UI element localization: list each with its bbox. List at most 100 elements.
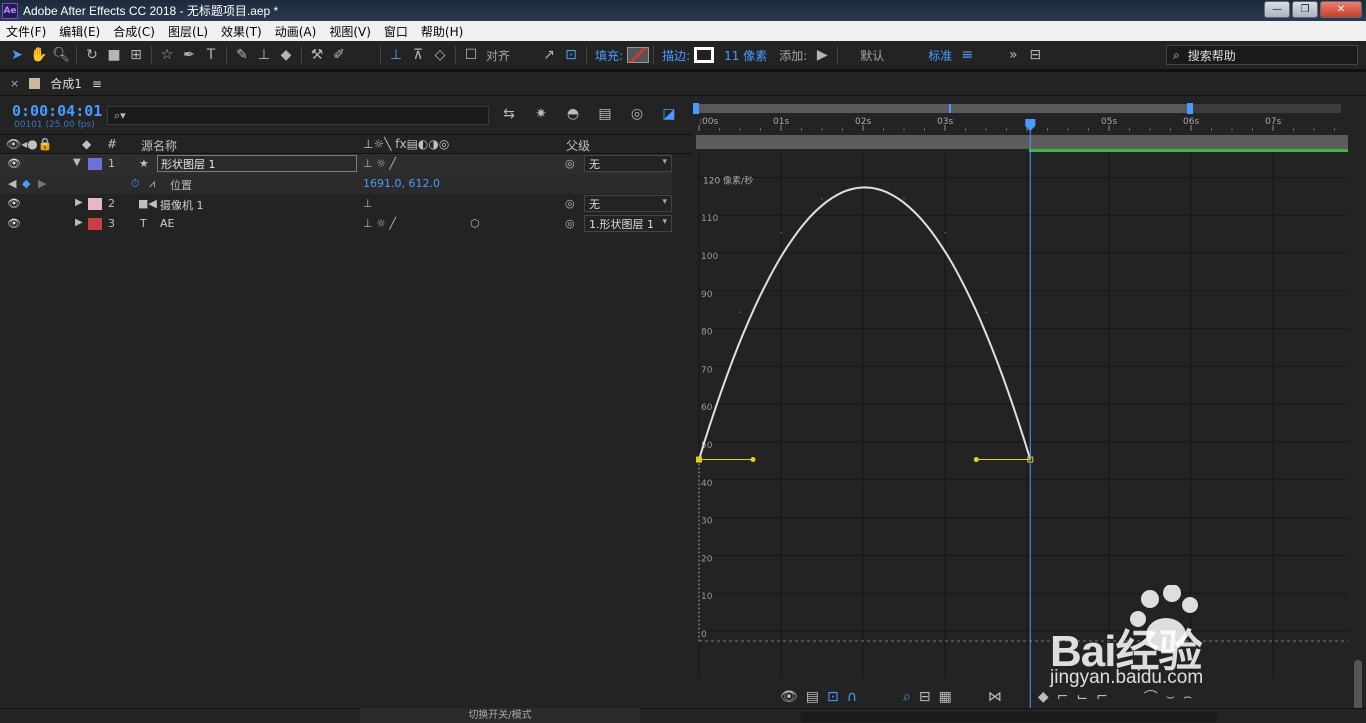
menu-view[interactable]: 视图(V) xyxy=(329,23,371,40)
panel-menu-icon[interactable]: ≡ xyxy=(92,77,102,91)
motion-blur-icon[interactable]: ◎ xyxy=(628,106,646,122)
layer-row[interactable]: 👁 ▶ 3 T AE ⊥ ☼ ╱ ⬡ ◎ 1.形状图层 1 ▾ xyxy=(0,214,672,234)
clone-stamp-tool-icon[interactable]: ⊥ xyxy=(253,44,275,66)
speed-curve[interactable] xyxy=(696,186,1034,463)
next-keyframe-icon[interactable]: ▶ xyxy=(38,177,46,190)
selection-tool-icon[interactable]: ➤ xyxy=(6,44,28,66)
menu-composition[interactable]: 合成(C) xyxy=(113,23,155,40)
panel-icon[interactable]: ⊟ xyxy=(1024,44,1046,66)
add-keyframe-icon[interactable]: ◆ xyxy=(22,177,30,190)
parent-column[interactable]: 父级 xyxy=(566,137,590,154)
edit-keyframe-icon[interactable]: ⋈ xyxy=(988,689,1002,705)
fill-label[interactable]: 填充: xyxy=(595,47,623,64)
frame-blending-icon[interactable]: ▤ xyxy=(596,106,614,122)
layer-duration-bar[interactable] xyxy=(696,135,1348,149)
visibility-eye-icon[interactable]: 👁 xyxy=(7,197,21,210)
brush-tool-icon[interactable]: ✎ xyxy=(231,44,253,66)
tab-comp1[interactable]: 合成1 xyxy=(50,75,82,92)
minimize-button[interactable]: — xyxy=(1264,1,1290,18)
layer-name-field[interactable]: 形状图层 1 xyxy=(157,155,357,172)
layer-row[interactable]: 👁 ▶ 2 ■◀ 摄像机 1 ⊥ ◎ 无 ▾ xyxy=(0,194,672,214)
view-axis-icon[interactable]: ◇ xyxy=(429,44,451,66)
workspace-default[interactable]: 默认 xyxy=(860,47,884,64)
graph-editor-icon[interactable]: ◪ xyxy=(660,106,678,122)
source-name-column[interactable]: 源名称 xyxy=(141,137,177,154)
visibility-eye-icon[interactable]: 👁 xyxy=(7,157,21,170)
pan-behind-tool-icon[interactable]: ⊞ xyxy=(125,44,147,66)
search-help-input[interactable]: ⌕ 搜索帮助 xyxy=(1166,45,1358,65)
work-area-start-handle[interactable] xyxy=(693,103,699,114)
layer-label-color[interactable] xyxy=(88,218,102,230)
expand-chevron-icon[interactable]: » xyxy=(1002,44,1024,66)
expand-triangle-icon[interactable]: ▼ xyxy=(73,157,81,168)
hand-tool-icon[interactable]: ✋ xyxy=(28,44,50,66)
layer-name[interactable]: AE xyxy=(160,217,174,230)
time-ruler[interactable]: :00s 01s 02s 03s 05s 06s 07s xyxy=(698,117,1335,131)
text-tool-icon[interactable]: T xyxy=(200,44,222,66)
star-tool-icon[interactable]: ☆ xyxy=(156,44,178,66)
workspace-menu-icon[interactable]: ≡ xyxy=(956,44,978,66)
menu-layer[interactable]: 图层(L) xyxy=(168,23,208,40)
property-row[interactable]: ◀ ◆ ▶ ⏱ ⩘ 位置 1691.0, 612.0 xyxy=(0,174,672,194)
parent-select[interactable]: 无 ▾ xyxy=(584,155,672,172)
snap-checkbox[interactable]: ☐ xyxy=(460,44,482,66)
current-timecode[interactable]: 0:00:04:01 xyxy=(12,102,102,120)
draft-3d-icon[interactable]: ✷ xyxy=(532,106,550,122)
close-tab-icon[interactable]: × xyxy=(10,77,19,90)
close-button[interactable]: ✕ xyxy=(1320,1,1362,18)
work-area-range[interactable] xyxy=(696,104,1190,113)
rotate-tool-icon[interactable]: ↻ xyxy=(81,44,103,66)
transform-box-icon[interactable]: ⊡ xyxy=(827,689,839,705)
graph-options-icon[interactable]: ▤ xyxy=(806,689,819,705)
vertical-scrollbar[interactable] xyxy=(1354,660,1362,710)
menu-file[interactable]: 文件(F) xyxy=(6,23,46,40)
world-axis-icon[interactable]: ⊼ xyxy=(407,44,429,66)
layer-name[interactable]: 摄像机 1 xyxy=(160,197,204,213)
zoom-tool-icon[interactable]: 🔍︎ xyxy=(50,44,72,66)
parent-pickwhip-icon[interactable]: ◎ xyxy=(565,217,575,230)
prev-keyframe-icon[interactable]: ◀ xyxy=(8,177,16,190)
parent-select[interactable]: 无 ▾ xyxy=(584,195,672,212)
menu-help[interactable]: 帮助(H) xyxy=(421,23,463,40)
parent-select[interactable]: 1.形状图层 1 ▾ xyxy=(584,215,672,232)
local-axis-icon[interactable]: ⊥ xyxy=(385,44,407,66)
snap-option-icon[interactable]: ↗ xyxy=(538,44,560,66)
layer-switches[interactable]: ⊥ ☼ ╱ xyxy=(363,217,396,230)
shy-layers-icon[interactable]: ◓ xyxy=(564,106,582,122)
visibility-eye-icon[interactable]: 👁 xyxy=(7,217,21,230)
workspace-standard[interactable]: 标准 xyxy=(928,47,952,64)
comp-flowchart-icon[interactable]: ⇆ xyxy=(500,106,518,122)
maximize-button[interactable]: ❐ xyxy=(1292,1,1318,18)
stroke-swatch[interactable] xyxy=(694,47,715,63)
layer-label-color[interactable] xyxy=(88,198,102,210)
stroke-label[interactable]: 描边: xyxy=(662,47,690,64)
pen-tool-icon[interactable]: ✒ xyxy=(178,44,200,66)
menu-effect[interactable]: 效果(T) xyxy=(221,23,262,40)
stroke-width[interactable]: 11 像素 xyxy=(724,47,767,64)
fit-all-icon[interactable]: ⊟ xyxy=(919,689,931,705)
add-play-icon[interactable]: ▶ xyxy=(811,44,833,66)
3d-layer-icon[interactable]: ⬡ xyxy=(470,217,480,230)
expand-triangle-icon[interactable]: ▶ xyxy=(75,217,83,228)
layer-switches[interactable]: ⊥ xyxy=(363,197,373,210)
snap-target-icon[interactable]: ⊡ xyxy=(560,44,582,66)
layer-search-input[interactable]: ⌕▾ xyxy=(107,106,489,125)
snap-icon[interactable]: ∩ xyxy=(847,689,857,705)
puppet-pin-tool-icon[interactable]: ✐ xyxy=(328,44,350,66)
horizontal-scrollbar[interactable] xyxy=(800,712,1218,722)
stopwatch-icon[interactable]: ⏱ xyxy=(131,177,140,191)
property-value[interactable]: 1691.0, 612.0 xyxy=(363,177,440,190)
layer-label-color[interactable] xyxy=(88,158,102,170)
show-properties-icon[interactable]: 👁 xyxy=(780,689,798,705)
graph-toggle-icon[interactable]: ⩘ xyxy=(149,177,155,191)
parent-pickwhip-icon[interactable]: ◎ xyxy=(565,197,575,210)
expand-triangle-icon[interactable]: ▶ xyxy=(75,197,83,208)
roto-brush-tool-icon[interactable]: ⚒ xyxy=(306,44,328,66)
menu-window[interactable]: 窗口 xyxy=(384,23,408,40)
fill-swatch[interactable] xyxy=(627,47,650,63)
layer-row[interactable]: 👁 ▼ 1 ★ 形状图层 1 ⊥ ☼ ╱ ◎ 无 ▾ xyxy=(0,154,672,174)
menu-edit[interactable]: 编辑(E) xyxy=(59,23,100,40)
eraser-tool-icon[interactable]: ◆ xyxy=(275,44,297,66)
camera-tool-icon[interactable]: ■ xyxy=(103,44,125,66)
work-area-end-handle[interactable] xyxy=(1187,103,1193,114)
